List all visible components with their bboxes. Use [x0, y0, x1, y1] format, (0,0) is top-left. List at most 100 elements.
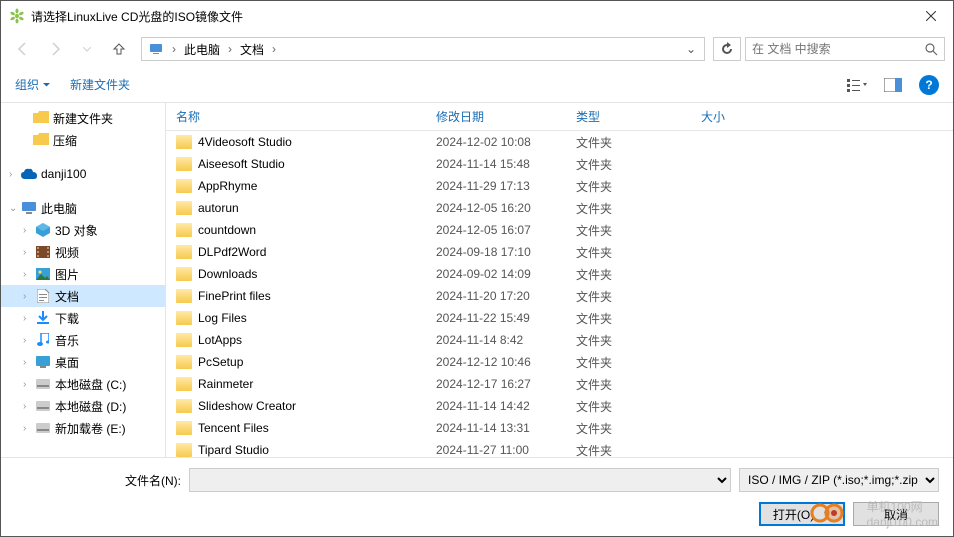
tree-music[interactable]: › 音乐 — [1, 329, 165, 351]
forward-button[interactable] — [41, 37, 69, 61]
sidebar: 新建文件夹 压缩 › danji100 ⌄ 此电脑 › 3D 对象 › 视频 ›… — [1, 103, 166, 457]
file-row[interactable]: Tencent Files2024-11-14 13:31文件夹 — [166, 417, 953, 439]
chevron-right-icon: › — [224, 42, 236, 56]
search-input[interactable] — [752, 42, 924, 56]
file-type: 文件夹 — [566, 288, 691, 305]
expand-icon[interactable]: › — [9, 169, 21, 180]
col-type[interactable]: 类型 — [566, 108, 691, 125]
document-icon — [35, 288, 51, 304]
tree-label: 文档 — [55, 288, 79, 305]
new-folder-button[interactable]: 新建文件夹 — [70, 76, 130, 93]
tree-videos[interactable]: › 视频 — [1, 241, 165, 263]
tree-new-folder[interactable]: 新建文件夹 — [1, 107, 165, 129]
search-box[interactable] — [745, 37, 945, 61]
picture-icon — [35, 266, 51, 282]
file-row[interactable]: PcSetup2024-12-12 10:46文件夹 — [166, 351, 953, 373]
file-row[interactable]: FinePrint files 2024-11-20 17:20文件夹 — [166, 285, 953, 307]
tree-danji[interactable]: › danji100 — [1, 163, 165, 185]
tree-label: 图片 — [55, 266, 79, 283]
file-row[interactable]: Rainmeter2024-12-17 16:27文件夹 — [166, 373, 953, 395]
tree-desktop[interactable]: › 桌面 — [1, 351, 165, 373]
col-modified[interactable]: 修改日期 — [426, 108, 566, 125]
tree-label: 视频 — [55, 244, 79, 261]
file-type: 文件夹 — [566, 200, 691, 217]
tree-label: 3D 对象 — [55, 222, 98, 239]
open-button[interactable]: 打开(O) ▼ — [759, 502, 845, 526]
file-name: Slideshow Creator — [198, 399, 296, 413]
app-icon — [9, 8, 25, 24]
tree-new-vol-e[interactable]: › 新加载卷 (E:) — [1, 417, 165, 439]
cancel-button[interactable]: 取消 — [853, 502, 939, 526]
file-date: 2024-12-05 16:07 — [426, 223, 566, 237]
folder-icon — [176, 179, 192, 193]
help-button[interactable]: ? — [919, 75, 939, 95]
file-name: FinePrint files — [198, 289, 271, 303]
chevron-right-icon: › — [268, 42, 280, 56]
back-button[interactable] — [9, 37, 37, 61]
file-type: 文件夹 — [566, 354, 691, 371]
column-headers: 名称 修改日期 类型 大小 — [166, 103, 953, 131]
file-row[interactable]: Aiseesoft Studio2024-11-14 15:48文件夹 — [166, 153, 953, 175]
file-row[interactable]: Tipard Studio2024-11-27 11:00文件夹 — [166, 439, 953, 457]
file-row[interactable]: LotApps2024-11-14 8:42文件夹 — [166, 329, 953, 351]
file-row[interactable]: Log Files2024-11-22 15:49文件夹 — [166, 307, 953, 329]
onedrive-icon — [21, 166, 37, 182]
breadcrumb[interactable]: › 此电脑 › 文档 › ⌄ — [141, 37, 705, 61]
path-dropdown[interactable]: ⌄ — [680, 42, 702, 56]
tree-documents[interactable]: › 文档 — [1, 285, 165, 307]
tree-pictures[interactable]: › 图片 — [1, 263, 165, 285]
file-type: 文件夹 — [566, 222, 691, 239]
file-type-filter[interactable]: ISO / IMG / ZIP (*.iso;*.img;*.zip) — [739, 468, 939, 492]
tree-label: danji100 — [41, 167, 86, 181]
col-name[interactable]: 名称 — [166, 108, 426, 125]
file-type: 文件夹 — [566, 398, 691, 415]
file-list: 名称 修改日期 类型 大小 4Videosoft Studio2024-12-0… — [166, 103, 953, 457]
file-row[interactable]: AppRhyme2024-11-29 17:13文件夹 — [166, 175, 953, 197]
file-row[interactable]: Downloads2024-09-02 14:09文件夹 — [166, 263, 953, 285]
col-size[interactable]: 大小 — [691, 108, 771, 125]
file-type: 文件夹 — [566, 134, 691, 151]
folder-icon — [176, 333, 192, 347]
file-row[interactable]: autorun2024-12-05 16:20文件夹 — [166, 197, 953, 219]
view-options-button[interactable] — [841, 73, 873, 97]
file-type: 文件夹 — [566, 178, 691, 195]
file-date: 2024-09-02 14:09 — [426, 267, 566, 281]
file-row[interactable]: DLPdf2Word2024-09-18 17:10文件夹 — [166, 241, 953, 263]
main-content: 新建文件夹 压缩 › danji100 ⌄ 此电脑 › 3D 对象 › 视频 ›… — [1, 103, 953, 457]
file-name: Rainmeter — [198, 377, 253, 391]
up-button[interactable] — [105, 37, 133, 61]
folder-icon — [33, 132, 49, 148]
file-type: 文件夹 — [566, 376, 691, 393]
tree-downloads[interactable]: › 下载 — [1, 307, 165, 329]
preview-pane-button[interactable] — [877, 73, 909, 97]
folder-icon — [176, 245, 192, 259]
crumb-this-pc[interactable]: 此电脑 — [180, 39, 224, 60]
tree-this-pc[interactable]: ⌄ 此电脑 — [1, 197, 165, 219]
refresh-button[interactable] — [713, 37, 741, 61]
filename-input[interactable] — [189, 468, 731, 492]
crumb-documents[interactable]: 文档 — [236, 39, 268, 60]
organize-menu[interactable]: 组织 — [15, 76, 50, 93]
file-date: 2024-11-14 13:31 — [426, 421, 566, 435]
file-date: 2024-11-14 14:42 — [426, 399, 566, 413]
tree-label: 新加载卷 (E:) — [55, 420, 126, 437]
search-icon[interactable] — [924, 42, 938, 56]
close-button[interactable] — [908, 1, 953, 31]
drive-icon — [35, 420, 51, 436]
collapse-icon[interactable]: ⌄ — [9, 203, 21, 214]
tree-label: 桌面 — [55, 354, 79, 371]
tree-local-d[interactable]: › 本地磁盘 (D:) — [1, 395, 165, 417]
file-name: Aiseesoft Studio — [198, 157, 285, 171]
file-row[interactable]: Slideshow Creator 2024-11-14 14:42文件夹 — [166, 395, 953, 417]
file-name: Downloads — [198, 267, 257, 281]
file-date: 2024-11-20 17:20 — [426, 289, 566, 303]
tree-3d-objects[interactable]: › 3D 对象 — [1, 219, 165, 241]
file-row[interactable]: 4Videosoft Studio2024-12-02 10:08文件夹 — [166, 131, 953, 153]
folder-icon — [176, 377, 192, 391]
file-rows: 4Videosoft Studio2024-12-02 10:08文件夹Aise… — [166, 131, 953, 457]
file-row[interactable]: countdown2024-12-05 16:07文件夹 — [166, 219, 953, 241]
folder-icon — [176, 421, 192, 435]
tree-compressed[interactable]: 压缩 — [1, 129, 165, 151]
recent-dropdown[interactable] — [73, 37, 101, 61]
tree-local-c[interactable]: › 本地磁盘 (C:) — [1, 373, 165, 395]
